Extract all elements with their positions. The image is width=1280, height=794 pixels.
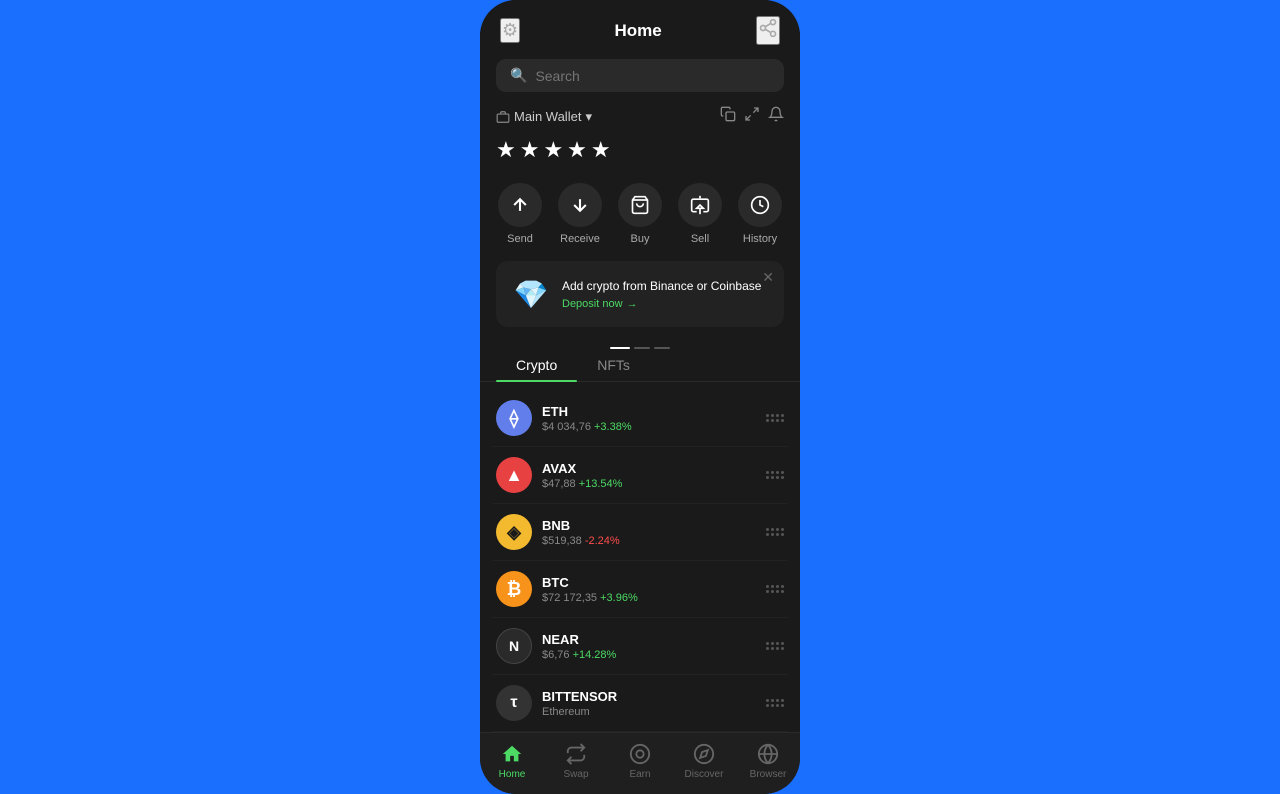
search-input[interactable] xyxy=(535,68,770,84)
bnb-price: $519,38 -2.24% xyxy=(542,535,766,547)
nav-home[interactable]: Home xyxy=(487,743,537,780)
page-title: Home xyxy=(614,21,661,41)
nav-discover[interactable]: Discover xyxy=(679,743,729,780)
search-bar[interactable]: 🔍 xyxy=(496,59,784,92)
nav-earn-label: Earn xyxy=(629,769,650,780)
eth-price: $4 034,76 +3.38% xyxy=(542,421,766,433)
bnb-icon: ◈ xyxy=(496,514,532,550)
avax-price: $47,88 +13.54% xyxy=(542,478,766,490)
near-info: NEAR $6,76 +14.28% xyxy=(542,632,766,661)
promo-content: Add crypto from Binance or Coinbase Depo… xyxy=(562,278,770,311)
eth-info: ETH $4 034,76 +3.38% xyxy=(542,404,766,433)
list-item[interactable]: ▲ AVAX $47,88 +13.54% xyxy=(492,447,788,504)
connect-button[interactable] xyxy=(756,16,780,45)
deposit-link[interactable]: Deposit now → xyxy=(562,298,770,310)
wallet-section: Main Wallet ▾ xyxy=(480,102,800,135)
buy-label: Buy xyxy=(631,233,650,245)
wallet-actions xyxy=(720,106,784,127)
promo-close-button[interactable]: ✕ xyxy=(762,269,774,286)
nav-earn[interactable]: Earn xyxy=(615,743,665,780)
list-item[interactable]: ◈ BNB $519,38 -2.24% xyxy=(492,504,788,561)
bnb-name: BNB xyxy=(542,518,766,533)
near-menu[interactable] xyxy=(766,642,784,650)
sell-label: Sell xyxy=(691,233,709,245)
notify-button[interactable] xyxy=(768,106,784,127)
sell-icon xyxy=(678,183,722,227)
nav-browser[interactable]: Browser xyxy=(743,743,793,780)
btc-name: BTC xyxy=(542,575,766,590)
send-label: Send xyxy=(507,233,533,245)
settings-button[interactable]: ⚙ xyxy=(500,18,520,43)
btc-info: BTC $72 172,35 +3.96% xyxy=(542,575,766,604)
receive-icon xyxy=(558,183,602,227)
list-item[interactable]: ₿ BTC $72 172,35 +3.96% xyxy=(492,561,788,618)
list-item[interactable]: τ BITTENSOR Ethereum xyxy=(492,675,788,732)
near-name: NEAR xyxy=(542,632,766,647)
near-price: $6,76 +14.28% xyxy=(542,649,766,661)
content-tabs: Crypto NFTs xyxy=(480,349,800,382)
bittensor-name: BITTENSOR xyxy=(542,689,766,704)
history-action[interactable]: History xyxy=(736,183,784,245)
bnb-menu[interactable] xyxy=(766,528,784,536)
buy-action[interactable]: Buy xyxy=(616,183,664,245)
dropdown-icon: ▾ xyxy=(585,109,592,125)
promo-image: 💎 xyxy=(510,273,552,315)
history-label: History xyxy=(743,233,777,245)
quick-actions: Send Receive Buy xyxy=(480,175,800,261)
nav-swap-label: Swap xyxy=(563,769,588,780)
crypto-list: ⟠ ETH $4 034,76 +3.38% ▲ AVAX $47,88 +13… xyxy=(480,390,800,732)
list-item[interactable]: N NEAR $6,76 +14.28% xyxy=(492,618,788,675)
eth-icon: ⟠ xyxy=(496,400,532,436)
bittensor-menu[interactable] xyxy=(766,699,784,707)
bottom-nav: Home Swap Earn Discover xyxy=(480,732,800,794)
nav-browser-label: Browser xyxy=(750,769,787,780)
near-icon: N xyxy=(496,628,532,664)
tab-crypto[interactable]: Crypto xyxy=(496,349,577,381)
bittensor-icon: τ xyxy=(496,685,532,721)
nav-swap[interactable]: Swap xyxy=(551,743,601,780)
bittensor-info: BITTENSOR Ethereum xyxy=(542,689,766,718)
receive-label: Receive xyxy=(560,233,600,245)
avax-icon: ▲ xyxy=(496,457,532,493)
list-item[interactable]: ⟠ ETH $4 034,76 +3.38% xyxy=(492,390,788,447)
avax-info: AVAX $47,88 +13.54% xyxy=(542,461,766,490)
wallet-name[interactable]: Main Wallet ▾ xyxy=(496,109,592,125)
send-action[interactable]: Send xyxy=(496,183,544,245)
receive-action[interactable]: Receive xyxy=(556,183,604,245)
promo-banner: 💎 Add crypto from Binance or Coinbase De… xyxy=(496,261,784,327)
balance-display: ★★★★★ xyxy=(480,135,800,175)
btc-icon: ₿ xyxy=(496,571,532,607)
eth-name: ETH xyxy=(542,404,766,419)
history-icon xyxy=(738,183,782,227)
search-icon: 🔍 xyxy=(510,67,527,84)
avax-menu[interactable] xyxy=(766,471,784,479)
promo-title: Add crypto from Binance or Coinbase xyxy=(562,278,770,295)
send-icon xyxy=(498,183,542,227)
phone-app: ⚙ Home 🔍 Main Wallet ▾ xyxy=(480,0,800,794)
btc-menu[interactable] xyxy=(766,585,784,593)
copy-button[interactable] xyxy=(720,106,736,127)
bittensor-price: Ethereum xyxy=(542,706,766,718)
expand-button[interactable] xyxy=(744,106,760,127)
tab-nfts[interactable]: NFTs xyxy=(577,349,650,381)
sell-action[interactable]: Sell xyxy=(676,183,724,245)
nav-discover-label: Discover xyxy=(685,769,724,780)
bnb-info: BNB $519,38 -2.24% xyxy=(542,518,766,547)
eth-menu[interactable] xyxy=(766,414,784,422)
header: ⚙ Home xyxy=(480,0,800,55)
avax-name: AVAX xyxy=(542,461,766,476)
buy-icon xyxy=(618,183,662,227)
nav-home-label: Home xyxy=(499,769,526,780)
btc-price: $72 172,35 +3.96% xyxy=(542,592,766,604)
